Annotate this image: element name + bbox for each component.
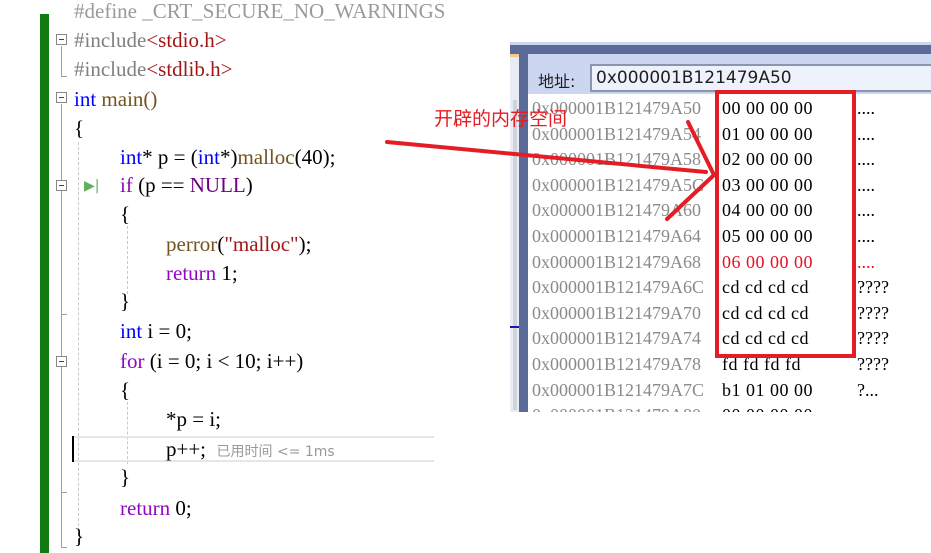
annotation-arrows <box>385 120 716 221</box>
arrow-head-line <box>686 120 716 177</box>
arrow-head-line <box>665 173 716 221</box>
arrow-line <box>385 140 708 174</box>
